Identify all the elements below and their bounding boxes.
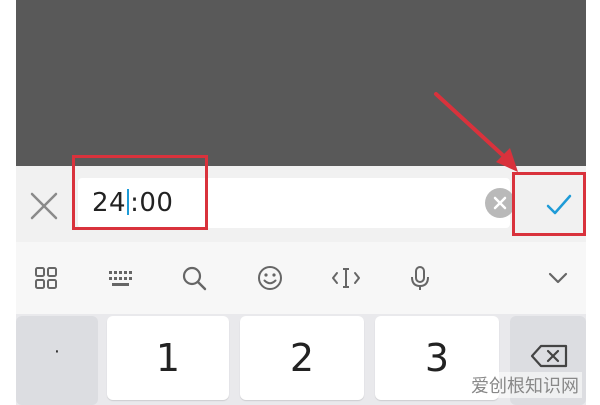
emoji-icon: [258, 266, 282, 290]
punctuation-key-label: ·: [53, 340, 61, 362]
chevron-down-icon: [548, 272, 568, 284]
confirm-highlight-box: [512, 172, 586, 236]
keyboard-switch-button[interactable]: [104, 262, 136, 294]
emoji-button[interactable]: [254, 262, 286, 294]
voice-input-button[interactable]: [404, 262, 436, 294]
close-icon: [30, 192, 58, 220]
field-highlight-box: [72, 155, 208, 230]
close-button[interactable]: [24, 186, 64, 226]
search-button[interactable]: [178, 262, 210, 294]
key-1[interactable]: 1: [107, 316, 229, 400]
cursor-move-icon: [332, 268, 360, 288]
search-icon: [182, 266, 207, 291]
watermark: 爱创根知识网: [468, 372, 582, 398]
grid-menu-icon: [35, 267, 57, 289]
grid-menu-button[interactable]: [30, 262, 62, 294]
punctuation-key[interactable]: ·: [16, 316, 98, 405]
annotation-arrow: [434, 92, 518, 172]
key-2[interactable]: 2: [240, 316, 364, 400]
collapse-keyboard-button[interactable]: [542, 262, 574, 294]
cursor-move-button[interactable]: [330, 262, 362, 294]
keyboard-toolbar: [16, 242, 586, 314]
microphone-icon: [411, 266, 429, 290]
keyboard-icon: [109, 271, 132, 286]
clear-icon: [493, 196, 507, 210]
clear-input-button[interactable]: [485, 188, 515, 218]
